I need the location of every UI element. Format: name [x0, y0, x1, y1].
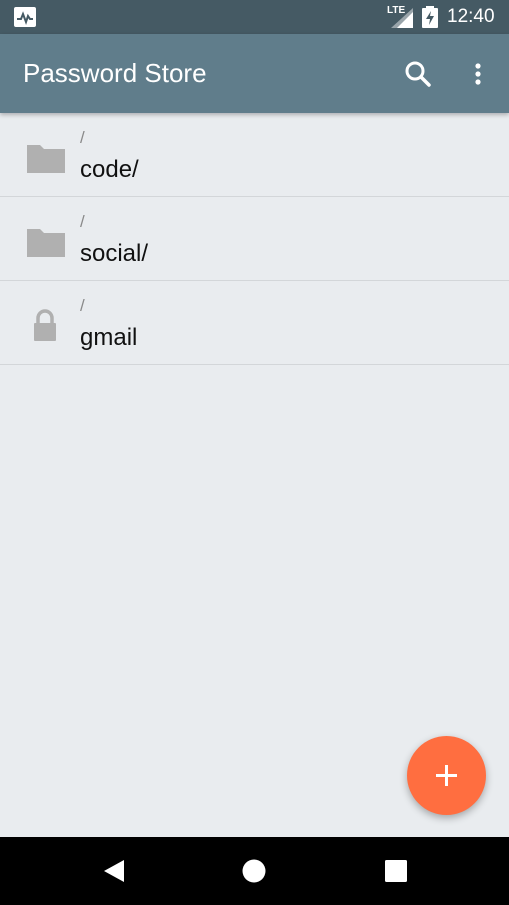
item-name: gmail — [80, 324, 138, 351]
navigation-bar — [0, 837, 509, 905]
password-list: / code/ / social/ / gmail — [0, 113, 509, 365]
home-icon[interactable] — [240, 857, 268, 885]
item-name: social/ — [80, 240, 149, 267]
item-path: / — [80, 296, 85, 315]
list-item[interactable]: / social/ — [0, 197, 509, 281]
status-time: 12:40 — [447, 6, 495, 27]
add-button[interactable] — [407, 736, 486, 815]
list-item[interactable]: / code/ — [0, 113, 509, 197]
back-icon[interactable] — [100, 857, 128, 885]
folder-icon — [27, 229, 65, 257]
signal-icon — [391, 8, 413, 28]
status-bar: LTE 12:40 — [0, 0, 509, 34]
item-path: / — [80, 128, 85, 147]
folder-icon — [27, 145, 65, 173]
add-icon — [436, 765, 457, 786]
app-bar: Password Store — [0, 34, 509, 113]
activity-icon — [14, 7, 36, 27]
search-icon[interactable] — [402, 58, 434, 90]
lock-icon — [34, 309, 56, 341]
more-vert-icon[interactable] — [466, 58, 490, 90]
recents-icon[interactable] — [382, 857, 410, 885]
list-item[interactable]: / gmail — [0, 281, 509, 365]
item-path: / — [80, 212, 85, 231]
battery-charging-icon — [422, 6, 438, 28]
app-title: Password Store — [23, 58, 207, 88]
item-name: code/ — [80, 156, 139, 183]
